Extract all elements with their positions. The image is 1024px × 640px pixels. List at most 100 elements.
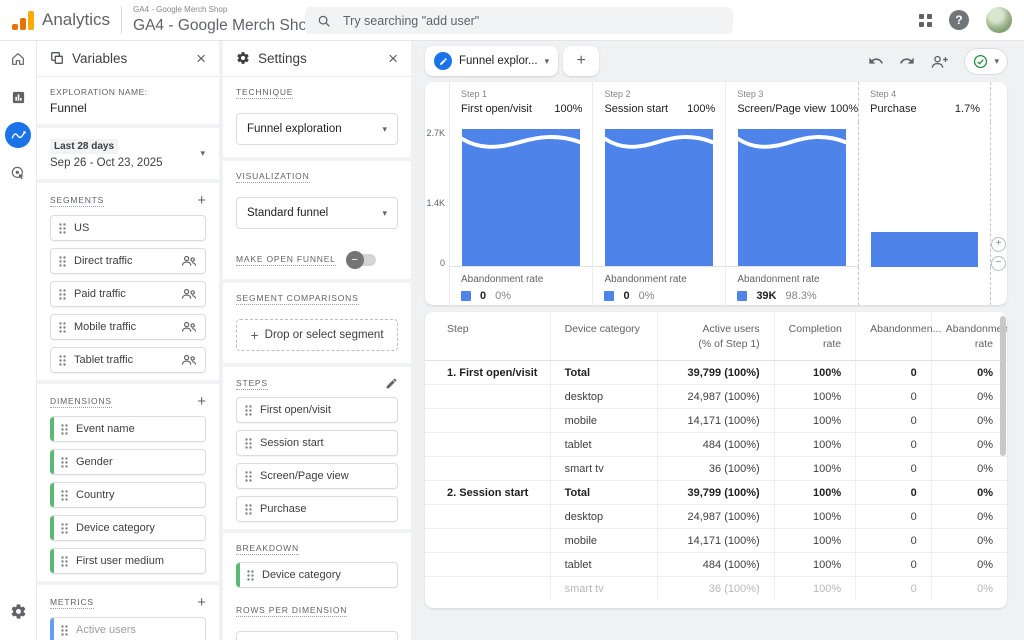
segment-chip[interactable]: Direct traffic — [50, 248, 206, 274]
analytics-logo-icon[interactable] — [12, 10, 34, 30]
nav-reports[interactable] — [0, 78, 36, 116]
segment-chip[interactable]: US — [50, 215, 206, 241]
add-tab-button[interactable]: + — [563, 46, 599, 76]
nav-rail — [0, 40, 37, 640]
breakdown-chip[interactable]: Device category — [236, 562, 398, 588]
segment-chip[interactable]: Tablet traffic — [50, 347, 206, 373]
funnel-bar[interactable] — [605, 129, 713, 266]
drag-handle-icon[interactable] — [61, 457, 68, 468]
add-segment-icon[interactable]: + — [197, 193, 206, 208]
open-funnel-toggle[interactable]: − — [348, 254, 376, 266]
table-row[interactable]: desktop24,987 (100%)100%00% — [425, 385, 1007, 409]
drag-handle-icon[interactable] — [245, 471, 252, 482]
dimension-chip[interactable]: Country — [50, 482, 206, 508]
visualization-select[interactable]: Standard funnel▾ — [236, 197, 398, 229]
add-metric-icon[interactable]: + — [197, 595, 206, 610]
chip-label: Gender — [76, 456, 113, 468]
drag-handle-icon[interactable] — [245, 504, 252, 515]
nav-admin[interactable] — [0, 592, 36, 630]
apps-grid-icon[interactable] — [919, 14, 932, 27]
breakdown-label: BREAKDOWN — [236, 543, 299, 555]
chip-label: Screen/Page view — [260, 470, 349, 482]
cell-active-users: 14,171 (100%) — [658, 529, 774, 553]
table-row[interactable]: desktop24,987 (100%)100%00% — [425, 505, 1007, 529]
table-row[interactable]: 1. First open/visitTotal39,799 (100%)100… — [425, 361, 1007, 385]
drag-handle-icon[interactable] — [245, 438, 252, 449]
table-row[interactable]: smart tv36 (100%)100%00% — [425, 577, 1007, 601]
segment-chip[interactable]: Mobile traffic — [50, 314, 206, 340]
y-axis-tick: 0 — [425, 258, 445, 268]
table-row[interactable]: mobile14,171 (100%)100%00% — [425, 409, 1007, 433]
dimension-chip[interactable]: Event name — [50, 416, 206, 442]
funnel-step-header: Step 1First open/visit100% — [449, 82, 592, 122]
dimension-chip[interactable]: First user medium — [50, 548, 206, 574]
redo-icon[interactable] — [899, 53, 915, 69]
add-dimension-icon[interactable]: + — [197, 394, 206, 409]
drag-handle-icon[interactable] — [245, 405, 252, 416]
funnel-bar[interactable] — [462, 129, 580, 266]
nav-explore-active[interactable] — [0, 116, 36, 154]
table-row[interactable]: mobile14,171 (100%)100%00% — [425, 529, 1007, 553]
table-row[interactable]: 2. Session startTotal39,799 (100%)100%00… — [425, 481, 1007, 505]
drag-handle-icon[interactable] — [61, 490, 68, 501]
admin-gear-icon — [10, 603, 27, 620]
nav-home[interactable] — [0, 40, 36, 78]
tab-funnel-exploration[interactable]: Funnel explor... ▾ — [425, 46, 558, 76]
drag-handle-icon[interactable] — [59, 289, 66, 300]
funnel-bar[interactable] — [871, 232, 978, 267]
drag-handle-icon[interactable] — [59, 256, 66, 267]
drag-handle-icon[interactable] — [61, 556, 68, 567]
cell-active-users: 484 (100%) — [658, 433, 774, 457]
step-chip[interactable]: Screen/Page view — [236, 463, 398, 489]
dimension-chip[interactable]: Device category — [50, 515, 206, 541]
open-funnel-label: MAKE OPEN FUNNEL — [236, 254, 336, 266]
table-scrollbar[interactable] — [1000, 316, 1006, 456]
tab-caret-icon[interactable]: ▾ — [545, 56, 550, 67]
step-chip[interactable]: Session start — [236, 430, 398, 456]
cell-active-users: 24,987 (100%) — [658, 505, 774, 529]
drag-handle-icon[interactable] — [59, 223, 66, 234]
export-status-button[interactable]: ▾ — [964, 48, 1008, 75]
drag-handle-icon[interactable] — [61, 424, 68, 435]
zoom-out-icon[interactable]: − — [991, 256, 1006, 271]
table-row[interactable]: tablet484 (100%)100%00% — [425, 433, 1007, 457]
drag-handle-icon[interactable] — [61, 625, 68, 636]
metric-chip[interactable]: Active users — [50, 617, 206, 640]
drag-handle-icon[interactable] — [59, 355, 66, 366]
add-collaborator-icon[interactable] — [930, 54, 949, 69]
segment-chip[interactable]: Paid traffic — [50, 281, 206, 307]
close-settings-icon[interactable]: × — [388, 50, 398, 67]
close-variables-icon[interactable]: × — [196, 50, 206, 67]
cell-active-users: 36 (100%) — [658, 457, 774, 481]
step-chip[interactable]: Purchase — [236, 496, 398, 522]
segment-drop-zone[interactable]: +Drop or select segment — [236, 319, 398, 351]
cell-abandonments: 0 — [856, 505, 932, 529]
nav-advertising[interactable] — [0, 154, 36, 192]
dimension-chip[interactable]: Gender — [50, 449, 206, 475]
exploration-name-value[interactable]: Funnel — [37, 101, 219, 124]
date-range-picker[interactable]: Last 28 days Sep 26 - Oct 23, 2025 ▾ — [37, 128, 219, 179]
drag-handle-icon[interactable] — [247, 570, 254, 581]
drag-handle-icon[interactable] — [59, 322, 66, 333]
abandonment-cell: Abandonment rate39K98.3% — [725, 267, 858, 305]
search-bar[interactable] — [305, 7, 733, 34]
search-input[interactable] — [341, 13, 685, 29]
cell-abandonment-rate: 0% — [931, 553, 1007, 577]
funnel-bar[interactable] — [738, 129, 846, 266]
help-icon[interactable]: ? — [949, 10, 969, 30]
table-row[interactable]: smart tv36 (100%)100%00% — [425, 457, 1007, 481]
step-chip[interactable]: First open/visit — [236, 397, 398, 423]
property-selector[interactable]: GA4 - Google Merch Shop GA4 - Google Mer… — [133, 6, 316, 34]
edit-steps-pencil-icon[interactable] — [385, 377, 398, 390]
zoom-in-icon[interactable]: + — [991, 237, 1006, 252]
cell-abandonments: 0 — [856, 385, 932, 409]
cell-device: desktop — [550, 385, 658, 409]
avatar[interactable] — [986, 7, 1012, 33]
technique-select[interactable]: Funnel exploration▾ — [236, 113, 398, 145]
table-row[interactable]: tablet484 (100%)100%00% — [425, 553, 1007, 577]
col-header-device: Device category — [550, 312, 658, 361]
drag-handle-icon[interactable] — [61, 523, 68, 534]
date-caret-icon[interactable]: ▾ — [200, 148, 205, 159]
undo-icon[interactable] — [868, 53, 884, 69]
rows-per-dimension-select[interactable]: 5▾ — [236, 631, 398, 640]
